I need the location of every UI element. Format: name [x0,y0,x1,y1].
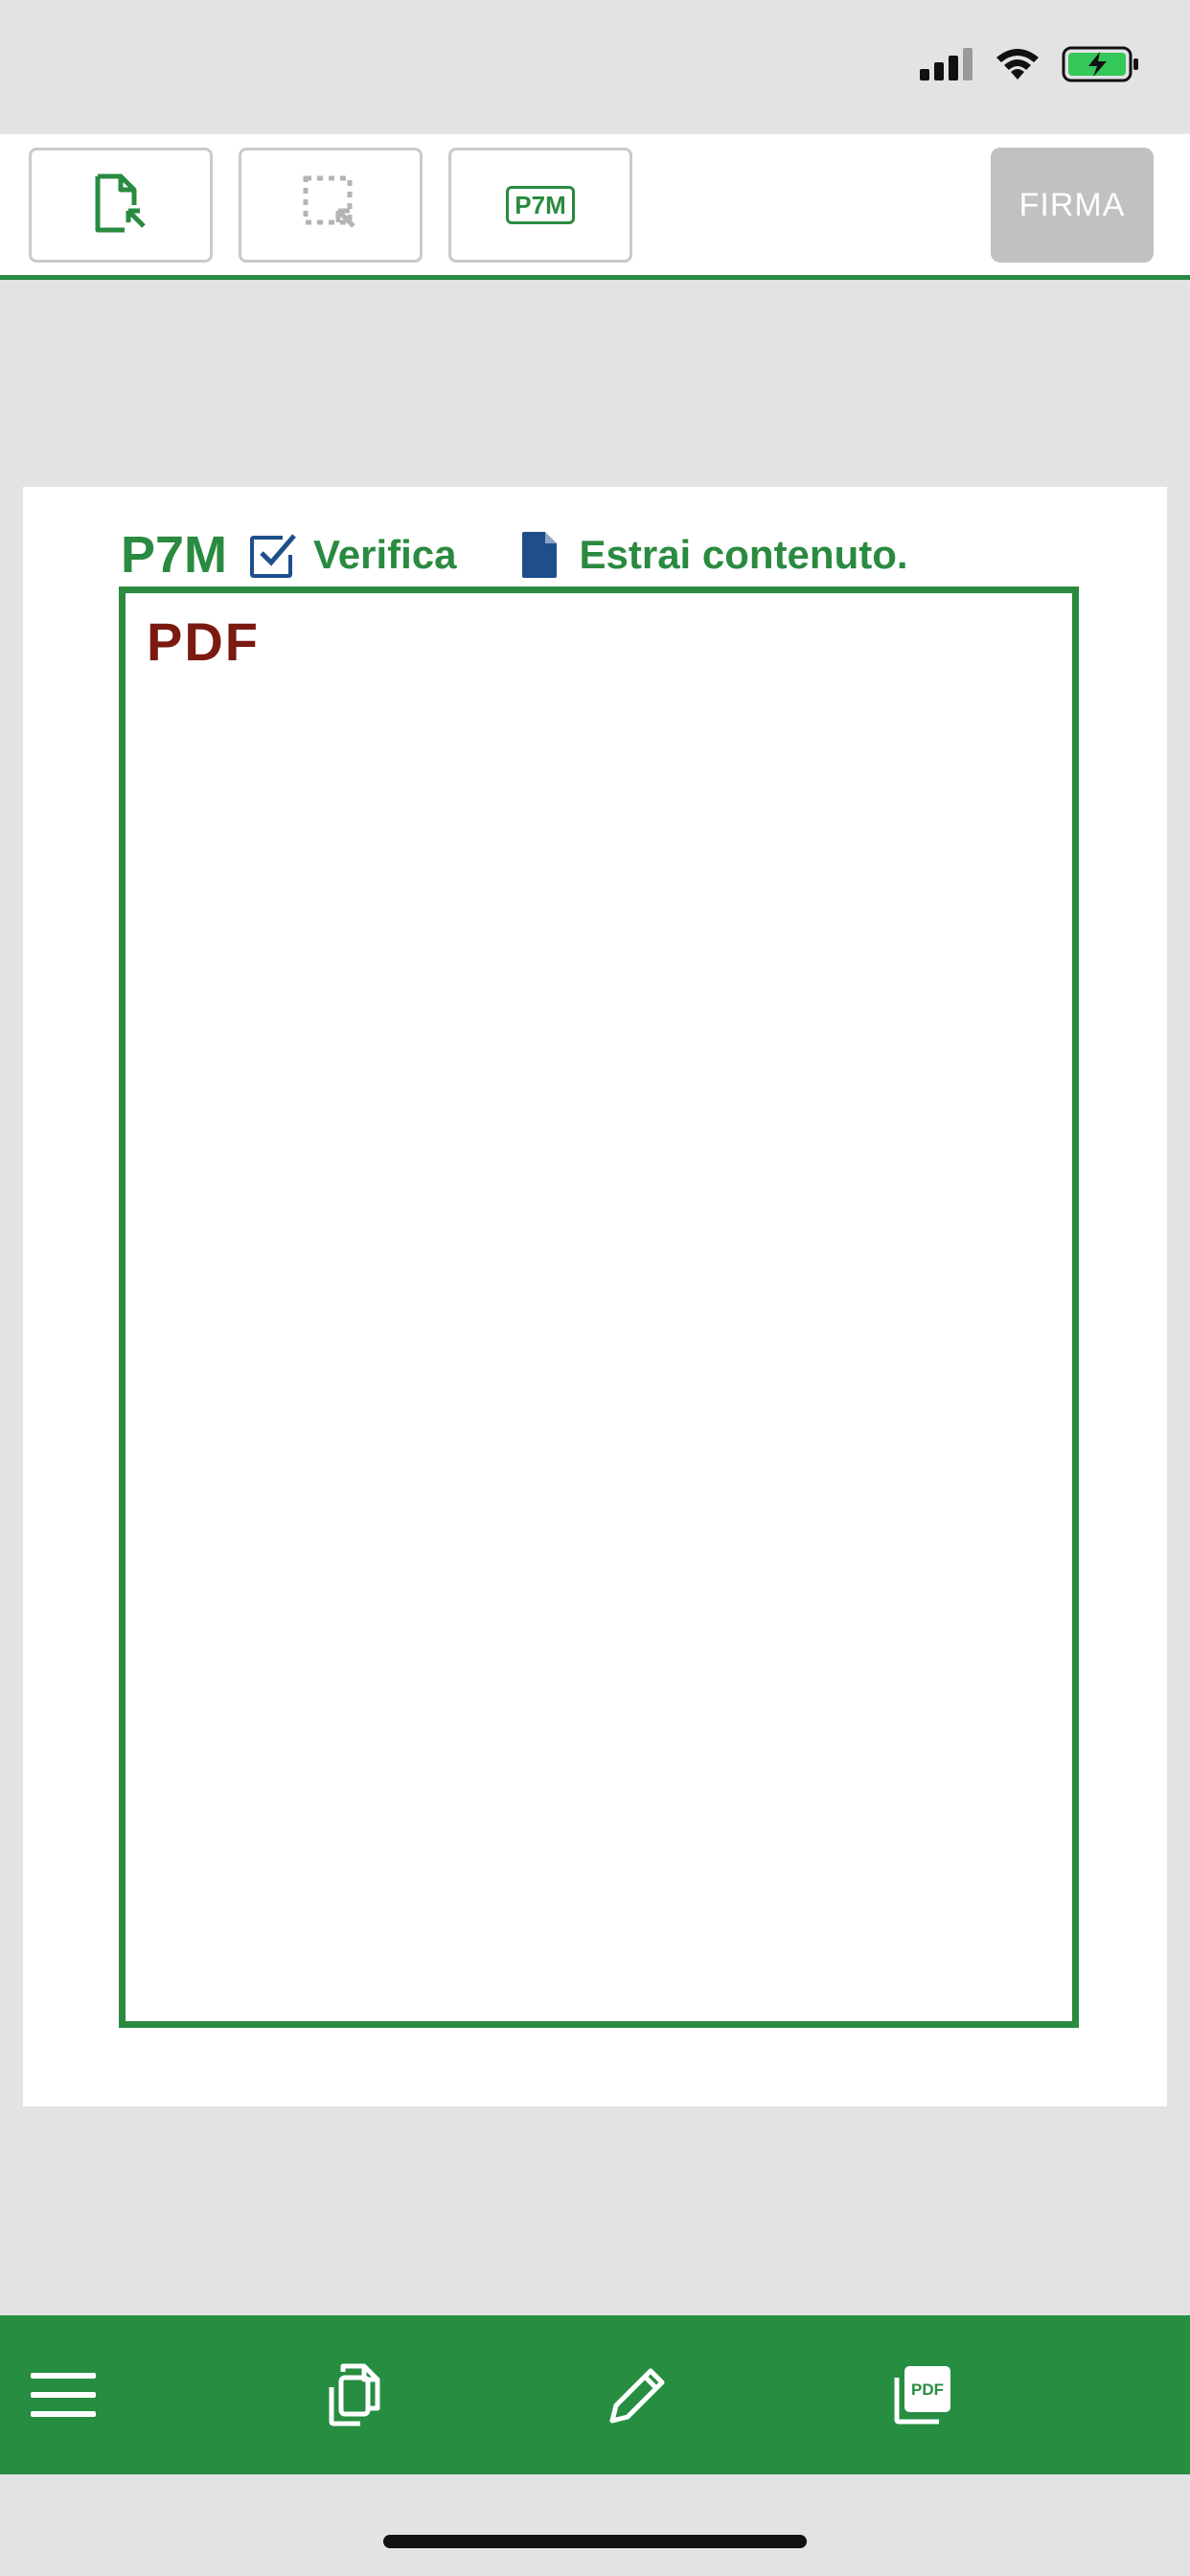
pdf-stack-button[interactable]: PDF [864,2315,979,2474]
pdf-content-frame: PDF [119,586,1079,2028]
p7m-header: P7M Verifica Estrai contenuto. [121,521,908,588]
select-area-button[interactable] [239,148,423,263]
checkbox-check-icon [250,534,296,578]
status-bar [0,0,1190,134]
battery-charging-icon [1062,46,1140,87]
pdf-stack-text: PDF [911,2380,944,2399]
wifi-icon [995,47,1041,86]
extract-label: Estrai contenuto. [579,532,908,577]
bottom-nav: PDF [0,2315,1190,2474]
p7m-icon: P7M [506,186,575,224]
pencil-icon [609,2368,665,2424]
edit-button[interactable] [581,2315,696,2474]
extract-content-button[interactable]: Estrai contenuto. [520,530,908,580]
p7m-label: P7M [121,526,228,584]
signal-icon [920,48,973,85]
menu-icon [31,2373,96,2417]
copy-documents-button[interactable] [297,2315,412,2474]
document-page: P7M Verifica Estrai contenuto. PDF [23,487,1167,2106]
firma-button[interactable]: FIRMA [991,148,1154,263]
home-indicator[interactable] [383,2535,807,2548]
toolbar: P7M FIRMA [0,134,1190,280]
copy-documents-icon [329,2363,380,2426]
pdf-stack-icon: PDF [894,2366,950,2425]
pdf-label: PDF [147,611,260,672]
open-file-icon [92,172,149,239]
menu-button[interactable] [6,2315,121,2474]
status-icons [920,46,1140,87]
select-area-icon [302,174,359,237]
open-file-button[interactable] [29,148,213,263]
p7m-button[interactable]: P7M [448,148,632,263]
verify-label: Verifica [313,532,457,577]
document-icon [521,532,557,578]
verify-button[interactable]: Verifica [248,530,457,580]
